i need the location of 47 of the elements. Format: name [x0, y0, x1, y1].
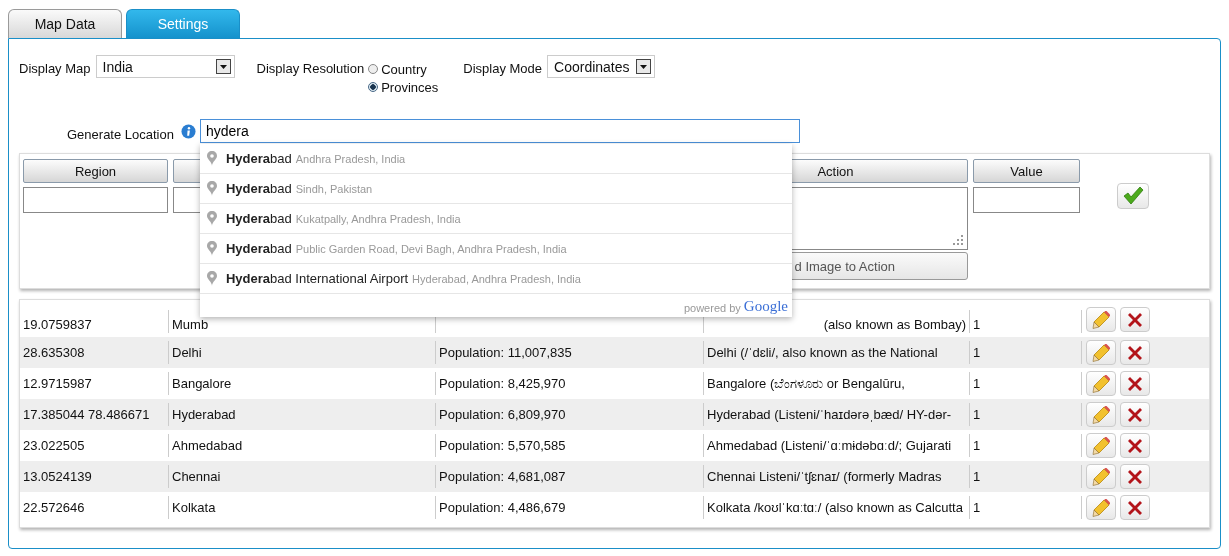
table-cell: Population: 11,007,835 [439, 345, 572, 360]
table-cell: Population: 5,570,585 [439, 438, 566, 453]
table-cell: Kolkata [172, 500, 216, 515]
table-cell: Chennai [172, 469, 221, 484]
table-cell: Hyderabad (Listeni/ˈhaɪdərəˌbæd/ HY-dər- [707, 407, 952, 422]
table-cell: Chennai Listeni/ˈtʃɛnaɪ/ (formerly Madras [707, 469, 942, 484]
suggestion-address: Andhra Pradesh, India [295, 152, 406, 165]
radio-label: Country [381, 61, 427, 77]
table-cell: Ahmedabad (Listeni/ˈɑːmɨdəbɑːd/; Gujarati [707, 438, 952, 453]
suggestion-address: Sindh, Pakistan [295, 182, 373, 195]
table-cell: 13.0524139 [23, 469, 92, 484]
suggestion-address: Hyderabad, Andhra Pradesh, India [412, 272, 581, 285]
table-cell: (also known as Bombay) [823, 317, 966, 332]
table-cell: 1 [973, 500, 981, 515]
table-cell: Population: 4,681,087 [439, 469, 566, 484]
field-label: Display Map [19, 60, 91, 77]
google-logo: Google [743, 299, 788, 314]
suggestion-address: Public Garden Road, Devi Bagh, Andhra Pradesh, India [295, 242, 567, 255]
table-cell: 1 [973, 438, 981, 453]
table-cell: Ahmedabad [172, 438, 243, 453]
table-cell: Delhi [172, 345, 202, 360]
table-cell: Bangalore [172, 376, 232, 391]
field-label: Generate Location [67, 126, 174, 143]
table-cell: 22.572646 [23, 500, 85, 515]
table-cell: Kolkata /koʊlˈkɑːtɑː/ (also known as Calcutta [707, 500, 963, 515]
table-cell: Hyderabad [172, 407, 236, 422]
suggestion-address: Kukatpally, Andhra Pradesh, India [295, 212, 461, 225]
field-label: Display Resolution [256, 60, 365, 77]
table-cell: 17.385044 78.486671 [23, 407, 150, 422]
table-cell: 1 [973, 469, 981, 484]
table-cell: Bangalore (ಬೆಂಗಳೂರು or Bengalūru, [707, 375, 905, 392]
table-cell: Population: 4,486,679 [439, 500, 566, 515]
table-cell: 1 [973, 376, 981, 391]
table-cell: 19.0759837 [23, 317, 92, 332]
table-cell: 28.635308 [23, 345, 85, 360]
table-cell: 1 [973, 407, 981, 422]
table-cell: Delhi (/ˈdɛli/, also known as the National [707, 345, 938, 360]
table-cell: Mumb [172, 317, 209, 332]
table-cell: Population: 8,425,970 [439, 376, 566, 391]
radio-label: Provinces [381, 79, 439, 95]
table-cell: 23.022505 [23, 438, 85, 453]
table-cell: Population: 6,809,970 [439, 407, 566, 422]
table-cell: 1 [973, 345, 981, 360]
attribution-text: powered by [683, 302, 741, 314]
table-cell: 1 [973, 317, 981, 332]
field-label: Display Mode [463, 60, 543, 77]
table-cell: 12.9715987 [23, 376, 92, 391]
